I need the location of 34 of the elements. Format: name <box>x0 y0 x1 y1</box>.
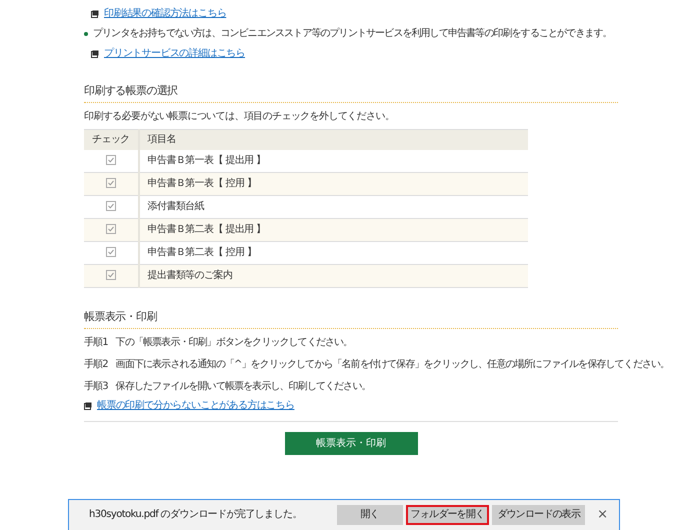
checkbox[interactable] <box>106 224 116 234</box>
text-link[interactable]: 帳票の印刷で分からないことがある方はこちら <box>97 400 294 412</box>
step-label: 手順2 <box>84 359 108 372</box>
close-button[interactable]: × <box>594 507 611 523</box>
section-heading: 印刷する帳票の選択 <box>84 84 618 104</box>
bullet-icon <box>84 32 88 36</box>
step-label: 手順1 <box>84 337 108 350</box>
download-bar-button[interactable]: ダウンロードの表示 <box>492 505 586 525</box>
download-bar-button[interactable]: フォルダーを開く <box>406 505 490 525</box>
download-message: h30syotoku.pdf のダウンロードが完了しました。 <box>89 509 303 521</box>
step-text: 画面下に表示される通知の「^」をクリックしてから「名前を付けて保存」をクリックし、任意の場所にファイルを保存してください。 <box>116 359 670 372</box>
window-icon <box>91 50 99 58</box>
column-header: 項目名 <box>138 130 528 150</box>
text-link[interactable]: プリントサービスの詳細はこちら <box>104 48 246 60</box>
checkbox[interactable] <box>106 270 116 280</box>
column-header: チェック <box>84 130 139 150</box>
instruction-text: 印刷する必要がない帳票については、項目のチェックを外してください。 <box>84 111 396 124</box>
info-text: プリンタをお持ちでない方は、コンビニエンスストア等のプリントサービスを利用して申告書等の印刷をすることができます。 <box>93 28 612 40</box>
download-bar-button[interactable]: 開く <box>336 505 403 525</box>
table-cell: 申告書Ｂ第二表【 提出用 】 <box>138 218 528 242</box>
table-cell: 申告書Ｂ第一表【 控用 】 <box>138 172 528 196</box>
window-icon <box>91 10 99 18</box>
step-text: 下の「帳票表示・印刷」ボタンをクリックしてください。 <box>116 337 352 350</box>
checkbox[interactable] <box>106 155 116 166</box>
print-button[interactable]: 帳票表示・印刷 <box>284 432 418 456</box>
text-link[interactable]: 印刷結果の確認方法はこちら <box>104 8 226 20</box>
checkbox[interactable] <box>106 178 116 188</box>
step-text: 保存したファイルを開いて帳票を表示し、印刷してください。 <box>116 381 370 394</box>
window-icon <box>84 402 92 410</box>
checkbox[interactable] <box>106 201 116 212</box>
table-cell: 提出書類等のご案内 <box>138 264 528 288</box>
section-heading: 帳票表示・印刷 <box>84 310 618 330</box>
step-label: 手順3 <box>84 381 108 394</box>
checkbox[interactable] <box>106 247 116 258</box>
